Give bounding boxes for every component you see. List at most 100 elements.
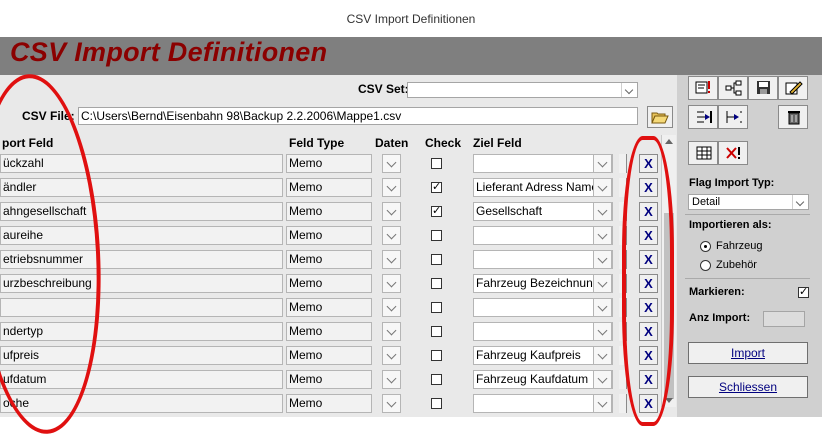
daten-dropdown[interactable]	[382, 322, 401, 341]
check-checkbox[interactable]	[431, 374, 442, 385]
scroll-down-icon[interactable]	[665, 398, 673, 403]
row-action-button[interactable]	[619, 154, 627, 173]
import-field-cell[interactable]: ufdatum	[0, 370, 283, 389]
daten-dropdown[interactable]	[382, 346, 401, 365]
grid-scrollbar[interactable]	[661, 135, 676, 407]
import-field-cell[interactable]: etriebsnummer	[0, 250, 283, 269]
field-type-cell[interactable]: Memo	[286, 322, 372, 341]
check-checkbox[interactable]: ✓	[431, 206, 442, 217]
chevron-down-icon[interactable]	[593, 275, 612, 292]
import-field-cell[interactable]: ückzahl	[0, 154, 283, 173]
field-type-cell[interactable]: Memo	[286, 394, 372, 413]
delete-row-button[interactable]: X	[639, 394, 658, 413]
toolbar-branch-button[interactable]	[718, 105, 748, 129]
chevron-down-icon[interactable]	[621, 83, 637, 97]
check-checkbox[interactable]	[431, 158, 442, 169]
delete-row-button[interactable]: X	[639, 154, 658, 173]
check-checkbox[interactable]	[431, 326, 442, 337]
chevron-down-icon[interactable]	[593, 179, 612, 196]
field-type-cell[interactable]: Memo	[286, 250, 372, 269]
row-action-button[interactable]	[619, 322, 627, 341]
row-action-button[interactable]	[619, 346, 627, 365]
chevron-down-icon[interactable]	[593, 155, 612, 172]
chevron-down-icon[interactable]	[593, 203, 612, 220]
field-type-cell[interactable]: Memo	[286, 226, 372, 245]
row-action-button[interactable]	[619, 394, 627, 413]
daten-dropdown[interactable]	[382, 370, 401, 389]
delete-row-button[interactable]: X	[639, 274, 658, 293]
check-checkbox[interactable]	[431, 350, 442, 361]
ziel-feld-dropdown[interactable]	[473, 394, 613, 413]
chevron-down-icon[interactable]	[593, 251, 612, 268]
toolbar-import-fields-button[interactable]	[688, 105, 718, 129]
toolbar-edit-save-button[interactable]	[778, 76, 808, 100]
row-action-button[interactable]	[619, 298, 627, 317]
radio-fahrzeug[interactable]	[700, 241, 711, 252]
daten-dropdown[interactable]	[382, 226, 401, 245]
field-type-cell[interactable]: Memo	[286, 154, 372, 173]
scroll-thumb[interactable]	[664, 213, 674, 399]
chevron-down-icon[interactable]	[593, 227, 612, 244]
ziel-feld-dropdown[interactable]	[473, 226, 613, 245]
toolbar-save-button[interactable]	[748, 76, 778, 100]
daten-dropdown[interactable]	[382, 202, 401, 221]
check-checkbox[interactable]	[431, 398, 442, 409]
ziel-feld-dropdown[interactable]: Fahrzeug Kaufdatum	[473, 370, 613, 389]
delete-row-button[interactable]: X	[639, 202, 658, 221]
delete-row-button[interactable]: X	[639, 226, 658, 245]
daten-dropdown[interactable]	[382, 298, 401, 317]
daten-dropdown[interactable]	[382, 394, 401, 413]
delete-row-button[interactable]: X	[639, 298, 658, 317]
markieren-checkbox[interactable]: ✓	[798, 287, 809, 298]
delete-row-button[interactable]: X	[639, 322, 658, 341]
ziel-feld-dropdown[interactable]	[473, 250, 613, 269]
field-type-cell[interactable]: Memo	[286, 274, 372, 293]
ziel-feld-dropdown[interactable]: Fahrzeug Kaufpreis	[473, 346, 613, 365]
delete-row-button[interactable]: X	[639, 250, 658, 269]
ziel-feld-dropdown[interactable]: Gesellschaft	[473, 202, 613, 221]
daten-dropdown[interactable]	[382, 154, 401, 173]
check-checkbox[interactable]	[431, 278, 442, 289]
ziel-feld-dropdown[interactable]	[473, 322, 613, 341]
ziel-feld-dropdown[interactable]: Lieferant Adress Name	[473, 178, 613, 197]
field-type-cell[interactable]: Memo	[286, 178, 372, 197]
field-type-cell[interactable]: Memo	[286, 346, 372, 365]
delete-row-button[interactable]: X	[639, 346, 658, 365]
chevron-down-icon[interactable]	[792, 195, 808, 209]
scroll-up-icon[interactable]	[665, 139, 673, 144]
check-checkbox[interactable]: ✓	[431, 182, 442, 193]
csv-set-dropdown[interactable]	[407, 82, 638, 98]
chevron-down-icon[interactable]	[593, 299, 612, 316]
toolbar-clear-button[interactable]	[718, 141, 748, 165]
check-checkbox[interactable]	[431, 302, 442, 313]
daten-dropdown[interactable]	[382, 250, 401, 269]
chevron-down-icon[interactable]	[593, 323, 612, 340]
import-field-cell[interactable]: oche	[0, 394, 283, 413]
row-action-button[interactable]	[619, 250, 627, 269]
toolbar-structure-button[interactable]	[718, 76, 748, 100]
import-field-cell[interactable]: ahngesellschaft	[0, 202, 283, 221]
import-field-cell[interactable]: ufpreis	[0, 346, 283, 365]
import-button[interactable]: Import	[688, 342, 808, 364]
check-checkbox[interactable]	[431, 254, 442, 265]
daten-dropdown[interactable]	[382, 178, 401, 197]
import-field-cell[interactable]: ändler	[0, 178, 283, 197]
field-type-cell[interactable]: Memo	[286, 298, 372, 317]
check-checkbox[interactable]	[431, 230, 442, 241]
toolbar-edit-button[interactable]	[688, 76, 718, 100]
flag-import-dropdown[interactable]: Detail	[688, 194, 809, 210]
import-field-cell[interactable]: urzbeschreibung	[0, 274, 283, 293]
chevron-down-icon[interactable]	[593, 395, 612, 412]
chevron-down-icon[interactable]	[593, 347, 612, 364]
row-action-button[interactable]	[619, 274, 627, 293]
delete-row-button[interactable]: X	[639, 178, 658, 197]
field-type-cell[interactable]: Memo	[286, 202, 372, 221]
chevron-down-icon[interactable]	[593, 371, 612, 388]
csv-file-path[interactable]: C:\Users\Bernd\Eisenbahn 98\Backup 2.2.2…	[78, 107, 638, 125]
import-field-cell[interactable]: aureihe	[0, 226, 283, 245]
delete-row-button[interactable]: X	[639, 370, 658, 389]
row-action-button[interactable]	[619, 226, 627, 245]
ziel-feld-dropdown[interactable]	[473, 298, 613, 317]
radio-zubehoer[interactable]	[700, 260, 711, 271]
row-action-button[interactable]	[619, 202, 627, 221]
